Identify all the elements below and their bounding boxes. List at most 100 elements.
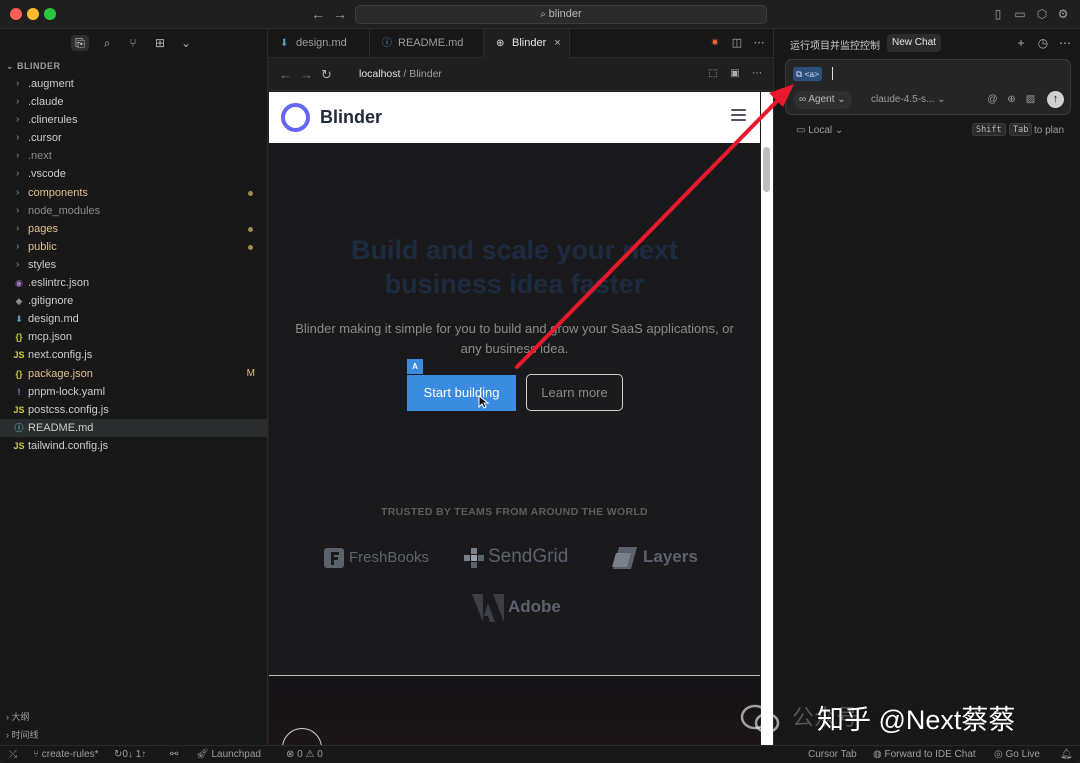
tree-item-label: next.config.js — [28, 349, 93, 362]
select-element-icon[interactable]: ⬚ — [706, 67, 720, 81]
people-icon[interactable]: ⚯ — [170, 748, 178, 762]
tab-design-md[interactable]: ⬇ design.md — [268, 29, 370, 58]
chat-session-title[interactable]: 运行项目并监控控制 — [790, 37, 880, 52]
launchpad-status[interactable]: 🚀︎ Launchpad — [196, 748, 261, 762]
preview-scrollbar[interactable] — [761, 92, 773, 745]
outline-section[interactable]: › 大纲 — [0, 709, 268, 725]
source-control-icon[interactable]: ⑂ — [124, 35, 142, 51]
hamburger-menu-icon[interactable] — [731, 109, 746, 121]
file-type-icon: {} — [15, 332, 23, 343]
back-arrow-icon[interactable]: ← — [279, 67, 292, 82]
problems-status[interactable]: ⊗ 0 ⚠ 0 — [286, 748, 323, 762]
sparkle-icon[interactable]: ✷ — [708, 36, 722, 50]
new-chat-tab[interactable]: New Chat — [887, 34, 941, 52]
context-element-chip[interactable]: ⧉ <a> — [793, 67, 823, 81]
maximize-window-button[interactable] — [44, 8, 56, 20]
tab-label: design.md — [296, 37, 347, 49]
branch-status[interactable]: ⑂ create-rules* — [33, 748, 98, 762]
plus-icon[interactable]: + — [1014, 36, 1028, 50]
tree-folder[interactable]: › components — [0, 184, 267, 202]
extensions-icon[interactable]: ⊞ — [151, 35, 169, 51]
tree-file[interactable]: ! pnpm-lock.yaml — [0, 383, 267, 401]
tree-folder[interactable]: › pages — [0, 220, 267, 238]
site-logo-text[interactable]: Blinder — [320, 107, 382, 128]
toggle-sidebar-icon[interactable]: ▯ — [991, 7, 1005, 21]
local-environment-selector[interactable]: ▭ Local ⌄ — [796, 125, 843, 136]
info-icon: ⓘ — [382, 38, 392, 49]
tab-readme-md[interactable]: ⓘ README.md — [370, 29, 484, 58]
chat-composer[interactable]: ⧉ <a> ∞ Agent ⌄ claude-4.5-s... ⌄ @ ⊕ ▨ … — [785, 59, 1071, 115]
tab-blinder-preview[interactable]: ⊕ Blinder × — [484, 29, 570, 58]
bell-icon[interactable]: 🔔︎ — [1060, 748, 1073, 762]
tree-folder[interactable]: › .augment — [0, 75, 267, 93]
tree-file[interactable]: {} package.json M — [0, 365, 267, 383]
remote-icon[interactable]: ⤯ — [9, 748, 17, 762]
tree-folder[interactable]: › .vscode — [0, 165, 267, 183]
split-editor-icon[interactable]: ◫ — [730, 36, 744, 50]
tree-folder[interactable]: › .next — [0, 147, 267, 165]
next-section-background — [269, 676, 760, 745]
go-live-status[interactable]: ◎ Go Live — [994, 748, 1040, 762]
history-icon[interactable]: ◷ — [1036, 36, 1050, 50]
tree-file[interactable]: JS tailwind.config.js — [0, 437, 267, 455]
model-selector[interactable]: claude-4.5-s... ⌄ — [871, 91, 946, 109]
more-actions-icon[interactable]: ⋯ — [752, 36, 766, 50]
tree-file[interactable]: ⬇ design.md — [0, 310, 267, 328]
back-arrow-icon[interactable]: ← — [311, 6, 325, 22]
editor-tabs: ⬇ design.md ⓘ README.md ⊕ Blinder × ✷ ◫ ⋯ — [268, 29, 773, 58]
tree-folder[interactable]: › node_modules — [0, 202, 267, 220]
agent-chat-panel: 运行项目并监控控制 New Chat + ◷ ⋯ ⧉ <a> ∞ Agent ⌄… — [773, 29, 1080, 745]
toggle-panel-icon[interactable]: ▭ — [1013, 7, 1027, 21]
tree-file[interactable]: JS next.config.js — [0, 346, 267, 364]
chevron-right-icon: › — [16, 240, 20, 252]
globe-icon[interactable]: ⊕ — [1005, 93, 1018, 106]
command-search-bar[interactable]: ⌕ blinder — [355, 5, 767, 24]
tree-folder[interactable]: › .cursor — [0, 129, 267, 147]
chevron-down-icon[interactable]: ⌄ — [177, 35, 195, 51]
explorer-root-header[interactable]: ⌄ BLINDER — [0, 57, 267, 75]
mention-icon[interactable]: @ — [986, 93, 999, 106]
extension-icon[interactable]: ⬡ — [1035, 7, 1049, 21]
minimize-window-button[interactable] — [27, 8, 39, 20]
file-type-icon: ! — [17, 386, 21, 397]
forward-arrow-icon[interactable]: → — [333, 6, 347, 22]
shift-key-hint: Shift — [972, 123, 1006, 136]
chevron-right-icon: › — [16, 132, 20, 144]
forward-to-ide-chat[interactable]: ◍ Forward to IDE Chat — [873, 748, 976, 762]
chevron-down-icon: ⌄ — [832, 125, 844, 136]
tree-item-label: pages — [28, 222, 58, 235]
gear-icon[interactable]: ⚙ — [1056, 7, 1070, 21]
tree-folder[interactable]: › styles — [0, 256, 267, 274]
tree-file[interactable]: JS postcss.config.js — [0, 401, 267, 419]
tree-file[interactable]: ◆ .gitignore — [0, 292, 267, 310]
tree-folder[interactable]: › .claude — [0, 93, 267, 111]
timeline-section[interactable]: › 时间线 — [0, 727, 268, 743]
start-building-button[interactable]: Start building — [407, 375, 516, 411]
learn-more-button[interactable]: Learn more — [526, 374, 623, 411]
reload-icon[interactable]: ↻ — [321, 67, 332, 83]
more-actions-icon[interactable]: ⋯ — [1058, 36, 1072, 50]
modified-dot-icon — [248, 244, 253, 250]
console-icon[interactable]: ▣ — [728, 67, 742, 81]
search-icon[interactable]: ⌕ — [98, 35, 116, 51]
explorer-files-icon[interactable]: ⎘ — [71, 35, 89, 51]
close-window-button[interactable] — [10, 8, 22, 20]
forward-arrow-icon[interactable]: → — [300, 67, 313, 82]
agent-mode-selector[interactable]: ∞ Agent ⌄ — [793, 91, 852, 109]
tree-file[interactable]: ⓘ README.md — [0, 418, 267, 437]
tree-file[interactable]: ◉ .eslintrc.json — [0, 274, 267, 292]
tree-folder[interactable]: › .clinerules — [0, 111, 267, 129]
sync-status[interactable]: ↻0↓ 1↑ — [114, 748, 146, 762]
scrollbar-thumb[interactable] — [763, 147, 770, 192]
more-actions-icon[interactable]: ⋯ — [750, 67, 764, 81]
cursor-tab-status[interactable]: Cursor Tab — [808, 748, 857, 762]
close-icon[interactable]: × — [554, 29, 560, 58]
tree-folder[interactable]: › public — [0, 238, 267, 256]
file-type-icon: JS — [13, 404, 25, 415]
tree-file[interactable]: {} mcp.json — [0, 328, 267, 346]
adobe-logo: Adobe — [472, 593, 561, 622]
brand-name: FreshBooks — [349, 549, 430, 566]
image-icon[interactable]: ▨ — [1024, 93, 1037, 106]
url-address[interactable]: localhost / Blinder — [359, 68, 442, 80]
send-button[interactable]: ↑ — [1047, 91, 1064, 108]
